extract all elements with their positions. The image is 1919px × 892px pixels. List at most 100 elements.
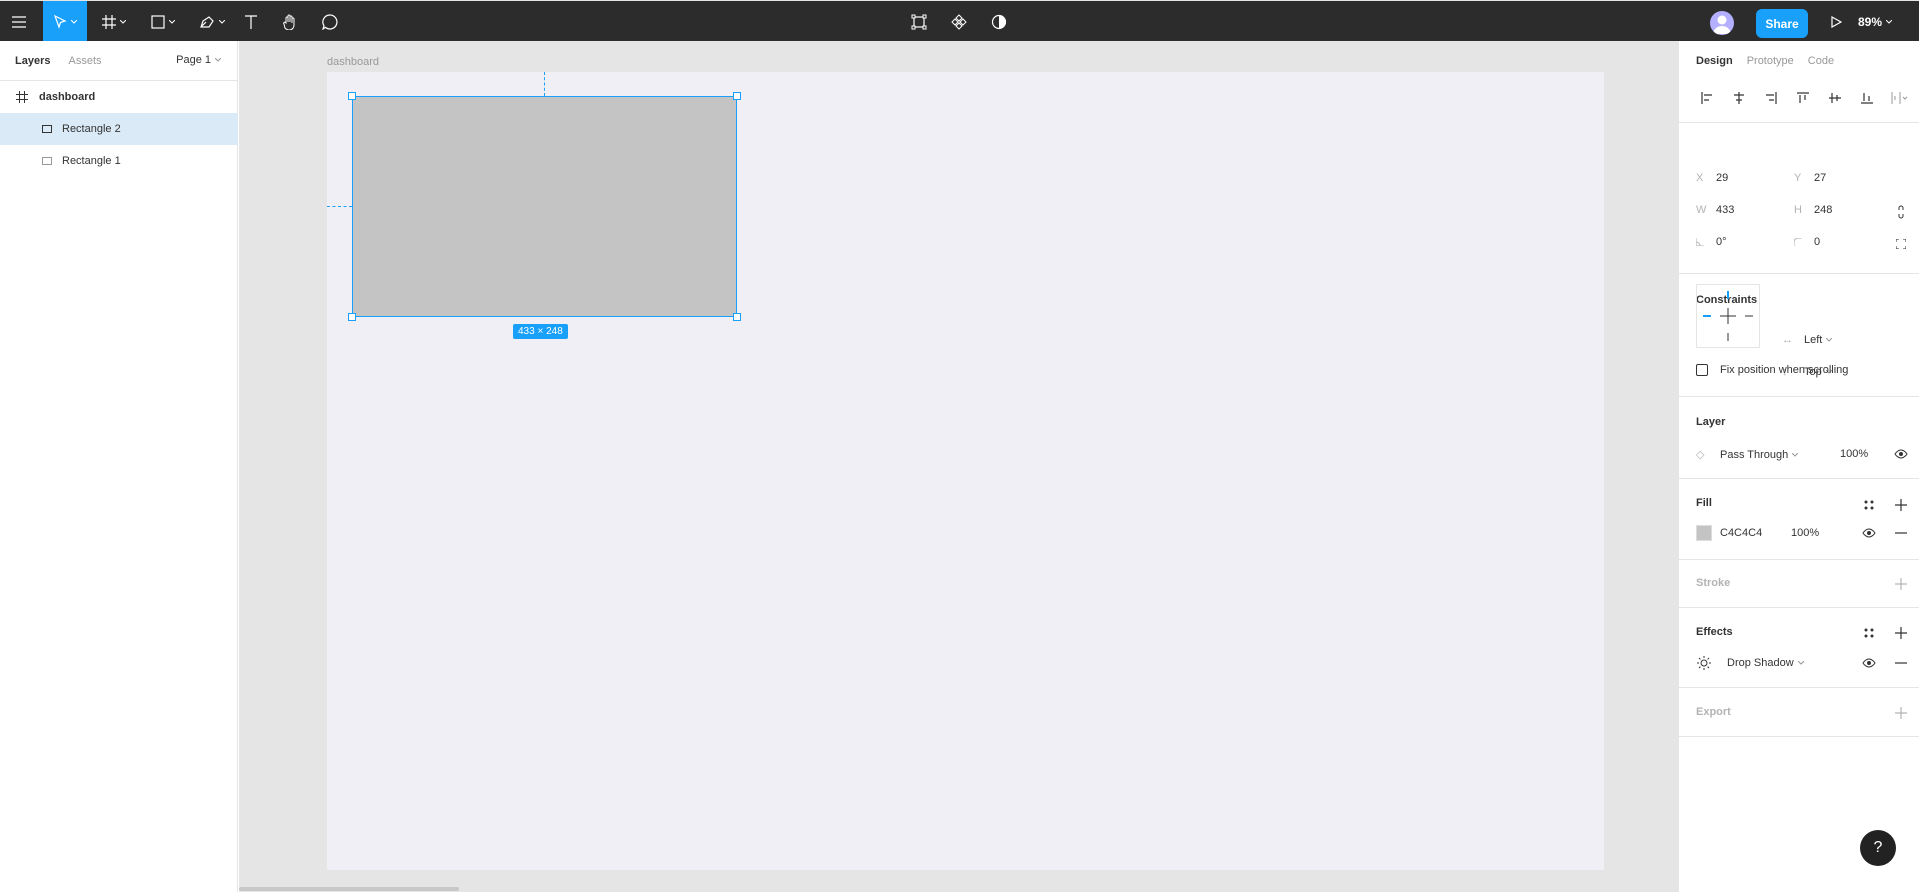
frame-hash-icon xyxy=(16,91,28,103)
shape-tool-button[interactable] xyxy=(145,1,181,42)
resize-handle-top-right[interactable] xyxy=(733,92,741,100)
add-stroke-icon[interactable] xyxy=(1893,576,1909,592)
divider xyxy=(1679,396,1919,397)
add-export-icon[interactable] xyxy=(1893,705,1909,721)
help-button[interactable]: ? xyxy=(1860,830,1896,866)
rectangle-icon xyxy=(151,14,165,29)
comment-icon xyxy=(322,13,338,30)
page-selector-label: Page 1 xyxy=(176,54,211,66)
effects-title: Effects xyxy=(1696,626,1733,638)
layer-name: Rectangle 1 xyxy=(62,155,121,167)
chevron-down-icon xyxy=(120,19,126,24)
comment-tool-button[interactable] xyxy=(319,1,341,42)
blend-mode-select[interactable]: ◇ Pass Through xyxy=(1696,448,1799,461)
align-horizontal-center-icon[interactable] xyxy=(1723,86,1755,110)
move-tool-button[interactable] xyxy=(43,1,87,42)
add-effect-icon[interactable] xyxy=(1893,625,1909,641)
contrast-icon[interactable] xyxy=(988,1,1010,42)
divider xyxy=(1679,607,1919,608)
share-button[interactable]: Share xyxy=(1756,9,1808,38)
zoom-level: 89% xyxy=(1858,14,1883,29)
y-field[interactable]: Y 27 xyxy=(1794,172,1826,184)
tab-prototype[interactable]: Prototype xyxy=(1747,55,1794,67)
effect-settings-sun-icon[interactable] xyxy=(1696,655,1712,671)
align-bottom-icon[interactable] xyxy=(1851,86,1883,110)
fill-opacity-input[interactable]: 100% xyxy=(1791,527,1819,539)
layer-row-dashboard[interactable]: dashboard xyxy=(0,81,238,113)
resize-handle-bottom-left[interactable] xyxy=(348,313,356,321)
h-label: H xyxy=(1794,204,1802,216)
left-panel-tabs: Layers Assets Page 1 xyxy=(0,41,237,81)
remove-effect-icon[interactable] xyxy=(1893,655,1909,671)
present-play-icon[interactable] xyxy=(1825,1,1847,42)
constrain-proportions-icon[interactable] xyxy=(1893,204,1909,220)
eye-icon[interactable] xyxy=(1893,446,1909,462)
frame-tool-button[interactable] xyxy=(96,1,132,42)
effect-type-select[interactable]: Drop Shadow xyxy=(1727,657,1804,669)
main-menu-icon[interactable] xyxy=(8,1,30,42)
w-value: 433 xyxy=(1716,204,1735,216)
text-tool-button[interactable] xyxy=(240,1,262,42)
independent-corners-icon[interactable] xyxy=(1893,236,1909,252)
align-top-icon[interactable] xyxy=(1787,86,1819,110)
frame-label[interactable]: dashboard xyxy=(327,56,379,68)
fill-hex-input[interactable]: C4C4C4 xyxy=(1720,527,1762,539)
component-icon[interactable] xyxy=(948,1,970,42)
align-vertical-center-icon[interactable] xyxy=(1819,86,1851,110)
tab-code[interactable]: Code xyxy=(1808,55,1834,67)
tab-layers[interactable]: Layers xyxy=(15,55,50,67)
chevron-down-icon xyxy=(71,19,77,24)
fill-color-swatch[interactable] xyxy=(1696,525,1712,541)
add-fill-icon[interactable] xyxy=(1893,497,1909,513)
transform-icon[interactable] xyxy=(908,1,930,42)
right-panel-tabs: Design Prototype Code xyxy=(1679,41,1919,81)
eye-icon[interactable] xyxy=(1861,655,1877,671)
canvas[interactable]: dashboard 433 × 248 xyxy=(239,41,1678,892)
layer-row-rectangle-1[interactable]: Rectangle 1 xyxy=(0,145,238,177)
corner-radius-icon xyxy=(1794,238,1814,246)
height-field[interactable]: H 248 xyxy=(1794,204,1832,216)
eye-icon[interactable] xyxy=(1861,525,1877,541)
tab-design[interactable]: Design xyxy=(1696,55,1733,67)
width-field[interactable]: W 433 xyxy=(1696,204,1734,216)
align-left-icon[interactable] xyxy=(1691,86,1723,110)
x-field[interactable]: X 29 xyxy=(1696,172,1728,184)
blend-drop-icon: ◇ xyxy=(1696,449,1705,461)
chevron-down-icon xyxy=(1797,661,1804,665)
stroke-title: Stroke xyxy=(1696,577,1731,589)
rectangle-2-shape[interactable] xyxy=(352,96,737,317)
remove-fill-icon[interactable] xyxy=(1893,525,1909,541)
zoom-menu[interactable]: 89% xyxy=(1858,1,1893,42)
pen-tool-button[interactable] xyxy=(194,1,230,42)
horizontal-scrollbar[interactable] xyxy=(239,887,459,891)
styles-grid-icon[interactable] xyxy=(1861,497,1877,513)
resize-handle-top-left[interactable] xyxy=(348,92,356,100)
pen-icon xyxy=(200,15,214,28)
frame-hash-icon xyxy=(102,14,116,29)
horizontal-constraint-select[interactable]: ↔ Left xyxy=(1782,334,1833,346)
align-right-icon[interactable] xyxy=(1755,86,1787,110)
resize-handle-bottom-right[interactable] xyxy=(733,313,741,321)
fix-position-checkbox[interactable] xyxy=(1696,364,1708,376)
hand-tool-button[interactable] xyxy=(279,1,301,42)
layer-title: Layer xyxy=(1696,416,1726,428)
distribute-icon[interactable] xyxy=(1883,86,1915,110)
h-value: 248 xyxy=(1814,204,1833,216)
divider xyxy=(1679,478,1919,479)
horizontal-constraint-value: Left xyxy=(1804,334,1823,346)
fix-position-label: Fix position when scrolling xyxy=(1720,364,1849,376)
chevron-down-icon xyxy=(215,58,221,62)
y-value: 27 xyxy=(1814,172,1827,184)
layer-row-rectangle-2[interactable]: Rectangle 2 xyxy=(0,113,238,145)
page-selector[interactable]: Page 1 xyxy=(176,54,221,66)
constraints-widget[interactable] xyxy=(1696,284,1760,348)
w-label: W xyxy=(1696,204,1707,216)
corner-radius-field[interactable]: 0 xyxy=(1794,236,1820,248)
rotation-field[interactable]: 0° xyxy=(1696,236,1727,248)
styles-grid-icon[interactable] xyxy=(1861,625,1877,641)
layer-opacity[interactable]: 100% xyxy=(1840,448,1868,460)
rotation-icon xyxy=(1696,238,1716,246)
tab-assets[interactable]: Assets xyxy=(68,55,101,67)
divider xyxy=(1679,122,1919,123)
avatar[interactable] xyxy=(1710,11,1734,35)
